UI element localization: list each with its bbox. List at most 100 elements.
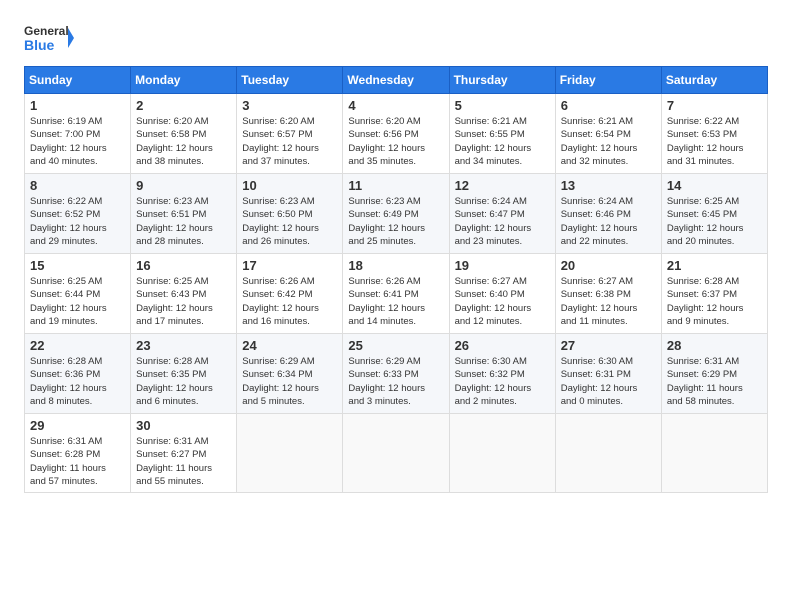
calendar-cell: 20 Sunrise: 6:27 AMSunset: 6:38 PMDayligh… <box>555 254 661 334</box>
day-number: 13 <box>561 178 656 193</box>
day-number: 17 <box>242 258 337 273</box>
day-info: Sunrise: 6:30 AMSunset: 6:31 PMDaylight:… <box>561 355 656 408</box>
day-number: 4 <box>348 98 443 113</box>
calendar-header-tuesday: Tuesday <box>237 67 343 94</box>
day-info: Sunrise: 6:25 AMSunset: 6:43 PMDaylight:… <box>136 275 231 328</box>
logo-svg: General Blue <box>24 20 74 56</box>
calendar-cell: 4Sunrise: 6:20 AMSunset: 6:56 PMDaylight… <box>343 94 449 174</box>
day-info: Sunrise: 6:21 AMSunset: 6:54 PMDaylight:… <box>561 115 656 168</box>
day-info: Sunrise: 6:24 AMSunset: 6:46 PMDaylight:… <box>561 195 656 248</box>
calendar-header-wednesday: Wednesday <box>343 67 449 94</box>
day-info: Sunrise: 6:19 AMSunset: 7:00 PMDaylight:… <box>30 115 125 168</box>
day-number: 7 <box>667 98 762 113</box>
calendar-header-friday: Friday <box>555 67 661 94</box>
day-info: Sunrise: 6:30 AMSunset: 6:32 PMDaylight:… <box>455 355 550 408</box>
day-number: 22 <box>30 338 125 353</box>
day-number: 28 <box>667 338 762 353</box>
calendar-cell: 18 Sunrise: 6:26 AMSunset: 6:41 PMDayligh… <box>343 254 449 334</box>
day-number: 16 <box>136 258 231 273</box>
day-info: Sunrise: 6:23 AMSunset: 6:51 PMDaylight:… <box>136 195 231 248</box>
calendar-cell: 15 Sunrise: 6:25 AMSunset: 6:44 PMDayligh… <box>25 254 131 334</box>
calendar-cell: 5Sunrise: 6:21 AMSunset: 6:55 PMDaylight… <box>449 94 555 174</box>
calendar-cell: 19 Sunrise: 6:27 AMSunset: 6:40 PMDayligh… <box>449 254 555 334</box>
calendar-cell: 14 Sunrise: 6:25 AMSunset: 6:45 PMDayligh… <box>661 174 767 254</box>
svg-text:General: General <box>24 24 69 38</box>
day-info: Sunrise: 6:26 AMSunset: 6:42 PMDaylight:… <box>242 275 337 328</box>
day-number: 8 <box>30 178 125 193</box>
calendar-cell: 9 Sunrise: 6:23 AMSunset: 6:51 PMDaylight… <box>131 174 237 254</box>
day-number: 5 <box>455 98 550 113</box>
calendar-cell: 6 Sunrise: 6:21 AMSunset: 6:54 PMDaylight… <box>555 94 661 174</box>
day-info: Sunrise: 6:28 AMSunset: 6:35 PMDaylight:… <box>136 355 231 408</box>
day-info: Sunrise: 6:26 AMSunset: 6:41 PMDaylight:… <box>348 275 443 328</box>
calendar-cell: 24 Sunrise: 6:29 AMSunset: 6:34 PMDayligh… <box>237 334 343 414</box>
header: General Blue <box>24 20 768 56</box>
day-number: 29 <box>30 418 125 433</box>
day-info: Sunrise: 6:29 AMSunset: 6:33 PMDaylight:… <box>348 355 443 408</box>
day-number: 1 <box>30 98 125 113</box>
day-number: 2 <box>136 98 231 113</box>
calendar-cell: 10Sunrise: 6:23 AMSunset: 6:50 PMDayligh… <box>237 174 343 254</box>
calendar-cell <box>343 414 449 493</box>
calendar-cell: 2 Sunrise: 6:20 AMSunset: 6:58 PMDaylight… <box>131 94 237 174</box>
day-number: 26 <box>455 338 550 353</box>
calendar-cell: 25 Sunrise: 6:29 AMSunset: 6:33 PMDayligh… <box>343 334 449 414</box>
calendar-cell: 11 Sunrise: 6:23 AMSunset: 6:49 PMDayligh… <box>343 174 449 254</box>
calendar-header-thursday: Thursday <box>449 67 555 94</box>
day-info: Sunrise: 6:31 AMSunset: 6:27 PMDaylight:… <box>136 435 231 488</box>
day-info: Sunrise: 6:27 AMSunset: 6:40 PMDaylight:… <box>455 275 550 328</box>
day-info: Sunrise: 6:23 AMSunset: 6:49 PMDaylight:… <box>348 195 443 248</box>
day-info: Sunrise: 6:31 AMSunset: 6:29 PMDaylight:… <box>667 355 762 408</box>
calendar-cell: 17 Sunrise: 6:26 AMSunset: 6:42 PMDayligh… <box>237 254 343 334</box>
calendar-cell: 16 Sunrise: 6:25 AMSunset: 6:43 PMDayligh… <box>131 254 237 334</box>
day-number: 9 <box>136 178 231 193</box>
day-info: Sunrise: 6:23 AMSunset: 6:50 PMDaylight:… <box>242 195 337 248</box>
calendar-cell: 8 Sunrise: 6:22 AMSunset: 6:52 PMDaylight… <box>25 174 131 254</box>
day-info: Sunrise: 6:27 AMSunset: 6:38 PMDaylight:… <box>561 275 656 328</box>
calendar-header-monday: Monday <box>131 67 237 94</box>
day-number: 30 <box>136 418 231 433</box>
day-number: 24 <box>242 338 337 353</box>
calendar-header-row: SundayMondayTuesdayWednesdayThursdayFrid… <box>25 67 768 94</box>
svg-text:Blue: Blue <box>24 37 55 53</box>
day-info: Sunrise: 6:24 AMSunset: 6:47 PMDaylight:… <box>455 195 550 248</box>
day-info: Sunrise: 6:28 AMSunset: 6:37 PMDaylight:… <box>667 275 762 328</box>
calendar-cell: 27 Sunrise: 6:30 AMSunset: 6:31 PMDayligh… <box>555 334 661 414</box>
day-info: Sunrise: 6:22 AMSunset: 6:52 PMDaylight:… <box>30 195 125 248</box>
calendar-table: SundayMondayTuesdayWednesdayThursdayFrid… <box>24 66 768 493</box>
day-number: 23 <box>136 338 231 353</box>
day-number: 19 <box>455 258 550 273</box>
calendar-cell <box>555 414 661 493</box>
calendar-cell: 22 Sunrise: 6:28 AMSunset: 6:36 PMDayligh… <box>25 334 131 414</box>
calendar-header-sunday: Sunday <box>25 67 131 94</box>
calendar-cell <box>237 414 343 493</box>
calendar-cell: 26 Sunrise: 6:30 AMSunset: 6:32 PMDayligh… <box>449 334 555 414</box>
day-number: 6 <box>561 98 656 113</box>
day-info: Sunrise: 6:29 AMSunset: 6:34 PMDaylight:… <box>242 355 337 408</box>
day-number: 27 <box>561 338 656 353</box>
day-number: 14 <box>667 178 762 193</box>
page: General Blue SundayMondayTuesdayWednesda… <box>0 0 792 612</box>
calendar-cell: 7 Sunrise: 6:22 AMSunset: 6:53 PMDaylight… <box>661 94 767 174</box>
calendar-cell: 1 Sunrise: 6:19 AMSunset: 7:00 PMDaylight… <box>25 94 131 174</box>
calendar-cell: 13 Sunrise: 6:24 AMSunset: 6:46 PMDayligh… <box>555 174 661 254</box>
day-info: Sunrise: 6:28 AMSunset: 6:36 PMDaylight:… <box>30 355 125 408</box>
day-number: 11 <box>348 178 443 193</box>
day-number: 18 <box>348 258 443 273</box>
day-number: 21 <box>667 258 762 273</box>
day-number: 15 <box>30 258 125 273</box>
calendar-cell <box>449 414 555 493</box>
day-info: Sunrise: 6:20 AMSunset: 6:58 PMDaylight:… <box>136 115 231 168</box>
day-info: Sunrise: 6:20 AMSunset: 6:57 PMDaylight:… <box>242 115 337 168</box>
logo: General Blue <box>24 20 74 56</box>
day-number: 20 <box>561 258 656 273</box>
day-info: Sunrise: 6:25 AMSunset: 6:44 PMDaylight:… <box>30 275 125 328</box>
day-info: Sunrise: 6:22 AMSunset: 6:53 PMDaylight:… <box>667 115 762 168</box>
day-info: Sunrise: 6:25 AMSunset: 6:45 PMDaylight:… <box>667 195 762 248</box>
day-number: 12 <box>455 178 550 193</box>
day-number: 3 <box>242 98 337 113</box>
calendar-cell <box>661 414 767 493</box>
day-info: Sunrise: 6:31 AMSunset: 6:28 PMDaylight:… <box>30 435 125 488</box>
calendar-cell: 29 Sunrise: 6:31 AMSunset: 6:28 PMDayligh… <box>25 414 131 493</box>
day-number: 25 <box>348 338 443 353</box>
